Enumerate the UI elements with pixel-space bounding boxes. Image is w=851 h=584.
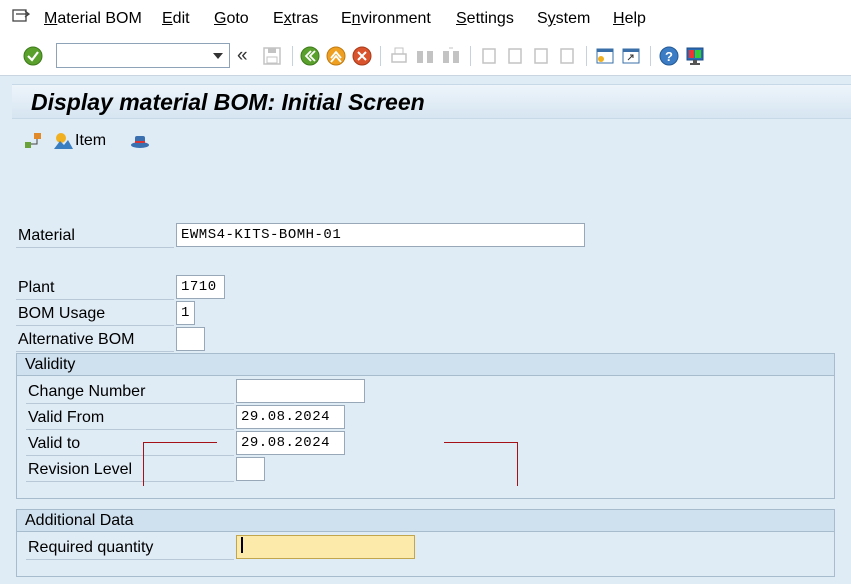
required-quantity-label: Required quantity xyxy=(26,536,234,560)
command-field[interactable] xyxy=(56,43,230,68)
additional-data-header: Additional Data xyxy=(17,510,834,532)
separator xyxy=(586,46,587,66)
menu-edit[interactable]: Edit xyxy=(162,10,190,28)
menu-extras[interactable]: Extras xyxy=(273,10,318,28)
annotation-line xyxy=(517,442,518,486)
item-icon xyxy=(54,133,73,149)
display-hat-button[interactable] xyxy=(129,130,151,152)
text-cursor xyxy=(241,537,243,554)
menu-settings[interactable]: Settings xyxy=(456,10,514,28)
hat-icon xyxy=(131,136,149,148)
last-page-icon xyxy=(560,48,574,64)
revision-level-label: Revision Level xyxy=(26,458,234,482)
exit-icon[interactable] xyxy=(325,45,347,67)
shortcut-icon[interactable] xyxy=(620,45,642,67)
change-number-field[interactable] xyxy=(236,379,365,403)
standard-toolbar: « ? xyxy=(0,38,851,76)
revision-level-field[interactable] xyxy=(236,457,265,481)
menu-environment[interactable]: Environment xyxy=(341,10,431,28)
enter-check-icon[interactable] xyxy=(22,45,44,67)
print-icon xyxy=(391,47,407,63)
back-icon[interactable] xyxy=(299,45,321,67)
validity-header: Validity xyxy=(17,354,834,376)
separator xyxy=(470,46,471,66)
svg-text:?: ? xyxy=(665,49,673,64)
separator xyxy=(380,46,381,66)
separator xyxy=(650,46,651,66)
title-bar: Display material BOM: Initial Screen xyxy=(12,84,851,119)
annotation-line xyxy=(143,442,217,443)
bom-usage-field[interactable]: 1 xyxy=(176,301,195,325)
find-icon xyxy=(417,51,433,63)
separator xyxy=(292,46,293,66)
alternative-bom-field[interactable] xyxy=(176,327,205,351)
save-icon xyxy=(263,47,281,65)
hierarchy-icon xyxy=(25,133,41,148)
material-label: Material xyxy=(16,224,174,248)
application-toolbar: Item xyxy=(12,120,851,160)
valid-from-field[interactable]: 29.08.2024 xyxy=(236,405,345,429)
cancel-icon[interactable] xyxy=(351,45,373,67)
menu-bar: Material BOM Edit Goto Extras Environmen… xyxy=(0,0,851,38)
alternative-bom-label: Alternative BOM xyxy=(16,328,174,352)
command-input[interactable] xyxy=(60,45,210,66)
plant-label: Plant xyxy=(16,276,174,300)
item-button[interactable]: Item xyxy=(52,130,106,152)
bom-usage-label: BOM Usage xyxy=(16,302,174,326)
hierarchy-button[interactable] xyxy=(22,130,44,152)
annotation-line xyxy=(143,442,144,486)
annotation-line xyxy=(444,442,518,443)
valid-from-label: Valid From xyxy=(26,406,234,430)
customize-layout-icon[interactable] xyxy=(684,45,706,67)
plant-field[interactable]: 1710 xyxy=(176,275,225,299)
valid-to-field[interactable]: 29.08.2024 xyxy=(236,431,345,455)
material-field[interactable]: EWMS4-KITS-BOMH-01 xyxy=(176,223,585,247)
first-page-icon xyxy=(482,48,496,64)
menu-material-bom[interactable]: Material BOM xyxy=(44,10,142,28)
previous-page-icon xyxy=(508,48,522,64)
collapse-command-icon[interactable]: « xyxy=(237,45,248,67)
required-quantity-field[interactable] xyxy=(236,535,415,559)
next-page-icon xyxy=(534,48,548,64)
change-number-label: Change Number xyxy=(26,380,234,404)
find-next-icon xyxy=(443,47,459,63)
menu-goto[interactable]: Goto xyxy=(214,10,249,28)
menu-help[interactable]: Help xyxy=(613,10,646,28)
help-icon[interactable]: ? xyxy=(658,45,680,67)
chevron-down-icon[interactable] xyxy=(213,53,223,59)
menu-system[interactable]: System xyxy=(537,10,590,28)
new-session-icon[interactable] xyxy=(594,45,616,67)
menu-icon[interactable] xyxy=(12,9,30,23)
page-title: Display material BOM: Initial Screen xyxy=(31,89,425,115)
valid-to-label: Valid to xyxy=(26,432,234,456)
